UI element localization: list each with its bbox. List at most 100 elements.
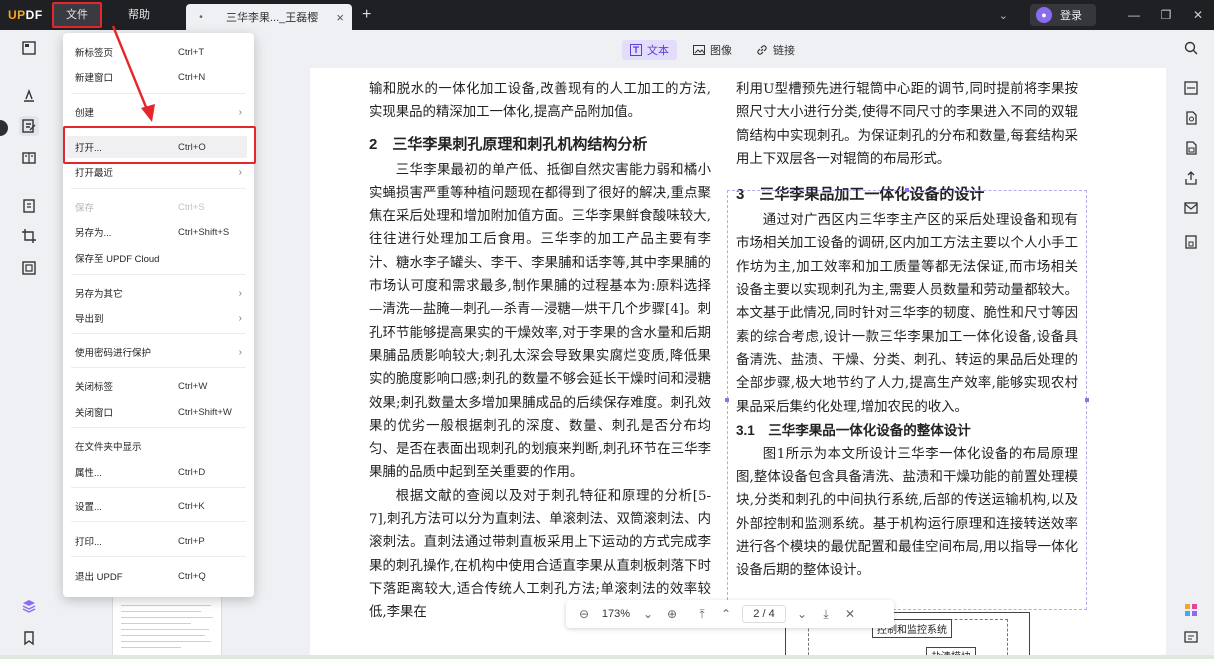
page-thumbnail[interactable] [112, 596, 222, 659]
open-item-highlight [63, 126, 256, 164]
zoom-dropdown-icon[interactable]: ⌄ [636, 607, 660, 621]
zoom-in-icon[interactable]: ⊕ [660, 607, 684, 621]
image-tool-button[interactable]: 图像 [685, 40, 740, 60]
minimize-icon[interactable]: — [1118, 8, 1150, 22]
crop-icon[interactable] [19, 226, 39, 246]
menu-item-save-to-cloud[interactable]: 保存至 UPDF Cloud [63, 247, 254, 269]
paragraph[interactable]: 利用U型槽预先进行辊筒中心距的调节,同时提前将李果按照尺寸大小进行分类,使得不同… [736, 78, 1078, 171]
menu-item-shortcut: Ctrl+W [178, 380, 208, 392]
image-tool-icon [693, 45, 705, 55]
chat-icon[interactable] [1183, 630, 1199, 646]
login-button[interactable]: ● 登录 [1030, 4, 1096, 26]
search-icon[interactable] [1183, 40, 1199, 56]
menu-item-protect-password[interactable]: 使用密码进行保护 › [63, 341, 254, 363]
selection-handle[interactable] [1085, 398, 1089, 402]
ocr-tool-icon[interactable] [1183, 80, 1199, 96]
email-icon[interactable] [1183, 200, 1199, 216]
submenu-arrow-icon: › [238, 287, 242, 299]
sidebar-toggle-handle[interactable] [0, 120, 8, 136]
page-number-input[interactable]: 2 / 4 [742, 605, 786, 623]
last-page-icon[interactable]: ⤓ [814, 607, 838, 622]
menu-item-export[interactable]: 导出到 › [63, 307, 254, 329]
menu-item-save-as-other[interactable]: 另存为其它 › [63, 282, 254, 304]
left-toolbar [0, 30, 58, 659]
menu-separator [71, 487, 246, 488]
menu-separator [71, 93, 246, 94]
menu-item-label: 退出 UPDF [75, 572, 123, 583]
chevron-down-icon[interactable]: ⌄ [999, 9, 1008, 22]
add-tab-icon[interactable]: + [362, 6, 371, 24]
reader-icon[interactable] [19, 38, 39, 58]
menu-item-close-window[interactable]: 关闭窗口 Ctrl+Shift+W [63, 401, 254, 423]
text-selection-box[interactable] [727, 190, 1087, 610]
paragraph[interactable]: 输和脱水的一体化加工设备,改善现有的人工加工的方法,实现果品的精深加工一体化,提… [369, 78, 711, 125]
edit-mode-toolbar: 文本 图像 链接 [622, 40, 803, 60]
layers-icon[interactable] [19, 596, 39, 616]
prev-page-icon[interactable]: ⌃ [714, 607, 738, 621]
bookmark-icon[interactable] [19, 628, 39, 648]
edit-pdf-icon[interactable] [19, 116, 39, 136]
menu-item-settings[interactable]: 设置... Ctrl+K [63, 495, 254, 517]
protect-icon[interactable] [1183, 140, 1199, 156]
file-menu: 新标签页 Ctrl+T 新建窗口 Ctrl+N 创建 › 打开... Ctrl+O 打开… [63, 33, 254, 597]
menu-item-shortcut: Ctrl+N [178, 71, 206, 83]
first-page-icon[interactable]: ⤒ [690, 607, 714, 622]
save-icon[interactable] [1183, 234, 1199, 250]
menu-item-label: 保存 [75, 203, 95, 214]
bottom-strip [0, 655, 1214, 659]
zoom-out-icon[interactable]: ⊖ [572, 607, 596, 621]
menu-item-label: 新标签页 [75, 48, 114, 59]
menu-item-new-tab[interactable]: 新标签页 Ctrl+T [63, 41, 254, 63]
user-avatar-icon: ● [1036, 7, 1052, 23]
selection-handle[interactable] [905, 188, 909, 192]
ai-assistant-icon[interactable] [1183, 602, 1199, 618]
selection-handle[interactable] [725, 398, 729, 402]
section-heading-2[interactable]: 2 三华李果刺孔原理和刺孔机构结构分析 [369, 133, 711, 157]
menu-item-label: 关闭标签 [75, 382, 114, 393]
tab-close-icon[interactable]: × [336, 10, 344, 25]
menu-item-save[interactable]: 保存 Ctrl+S [63, 196, 254, 218]
menu-item-shortcut: Ctrl+K [178, 500, 205, 512]
menu-item-save-as[interactable]: 另存为... Ctrl+Shift+S [63, 221, 254, 243]
close-window-icon[interactable]: ✕ [1182, 8, 1214, 22]
menu-item-shortcut: Ctrl+T [178, 46, 205, 58]
share-icon[interactable] [1183, 170, 1199, 186]
submenu-arrow-icon: › [238, 312, 242, 324]
text-tool-icon [630, 44, 642, 56]
document-tab[interactable]: • 三华李果..._王磊樱 × [186, 4, 352, 30]
menu-item-label: 新建窗口 [75, 73, 114, 84]
text-tool-button[interactable]: 文本 [622, 40, 677, 60]
close-bar-icon[interactable]: ✕ [838, 607, 862, 621]
menu-item-label: 打印... [75, 537, 102, 548]
menu-file[interactable]: 文件 [52, 2, 102, 28]
menu-item-shortcut: Ctrl+P [178, 535, 205, 547]
menu-item-shortcut: Ctrl+Shift+S [178, 226, 230, 238]
form-icon[interactable] [19, 196, 39, 216]
menu-item-close-tab[interactable]: 关闭标签 Ctrl+W [63, 375, 254, 397]
organize-pages-icon[interactable] [19, 148, 39, 168]
menu-item-open-recent[interactable]: 打开最近 › [63, 161, 254, 183]
menu-item-label: 创建 [75, 108, 95, 119]
menu-help[interactable]: 帮助 [116, 3, 162, 27]
menu-item-label: 使用密码进行保护 [75, 348, 152, 359]
link-tool-label: 链接 [773, 45, 795, 57]
zoom-level[interactable]: 173% [596, 608, 636, 620]
menu-item-show-in-folder[interactable]: 在文件夹中显示 [63, 435, 254, 457]
link-tool-button[interactable]: 链接 [748, 40, 803, 60]
menu-item-exit[interactable]: 退出 UPDF Ctrl+Q [63, 565, 254, 587]
menu-separator [71, 333, 246, 334]
menu-item-print[interactable]: 打印... Ctrl+P [63, 530, 254, 552]
paragraph[interactable]: 三华李果最初的单产低、抵御自然灾害能力弱和橘小实蝇损害严重等种植问题现在都得到了… [369, 159, 711, 485]
menu-item-new-window[interactable]: 新建窗口 Ctrl+N [63, 66, 254, 88]
ocr-icon[interactable] [19, 258, 39, 278]
menu-item-label: 另存为... [75, 228, 112, 239]
zoom-page-bar: ⊖ 173% ⌄ ⊕ ⤒ ⌃ 2 / 4 ⌄ ⤓ ✕ [566, 600, 894, 628]
title-bar: UPDF 文件 帮助 • 三华李果..._王磊樱 × + ⌄ ● 登录 — ❐ … [0, 0, 1214, 30]
menu-item-create[interactable]: 创建 › [63, 101, 254, 123]
comment-icon[interactable] [19, 86, 39, 106]
maximize-icon[interactable]: ❐ [1150, 8, 1182, 22]
menu-separator [71, 521, 246, 522]
menu-item-properties[interactable]: 属性... Ctrl+D [63, 461, 254, 483]
next-page-icon[interactable]: ⌄ [790, 607, 814, 621]
convert-icon[interactable] [1183, 110, 1199, 126]
